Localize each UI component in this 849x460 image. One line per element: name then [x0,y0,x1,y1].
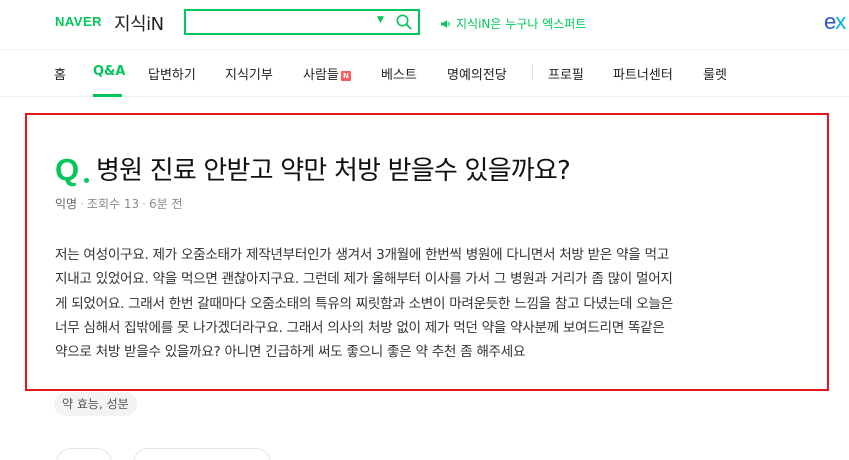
expert-logo-e: e [824,9,836,34]
meta-separator: · [142,197,146,211]
question-body: 저는 여성이구요. 제가 오줌소태가 제작년부터인가 생겨서 3개월에 한번씩 … [55,243,807,364]
nav-item-people-label: 사람들 [303,68,339,83]
question-body-line: 약으로 처방 받을수 있을까요? 아니면 긴급하게 써도 좋으니 좋은 약 추천… [55,344,526,361]
nav-item-donation[interactable]: 지식기부 [225,64,273,83]
search-icon[interactable] [395,13,413,31]
jisikin-logo[interactable]: 지식iN [114,10,164,36]
question-body-line: 저는 여성이구요. 제가 오줌소태가 제작년부터인가 생겨서 3개월에 한번씩 … [55,247,669,263]
new-badge: N [340,71,351,81]
expert-logo-x: x [835,9,846,34]
nav-item-hall-of-fame[interactable]: 명예의전당 [447,64,507,83]
action-button[interactable] [56,448,112,460]
search-bar: ▼ [184,9,420,35]
question-body-line: 너무 심해서 집밖에를 못 나가겠더라구요. 그래서 의사의 처방 없이 제가 … [55,319,665,336]
caret-down-icon[interactable]: ▼ [377,15,384,25]
nav-item-best[interactable]: 베스트 [381,64,417,83]
expert-notice-link[interactable]: 지식iN은 누구나 엑스퍼트 [440,15,586,32]
action-button[interactable] [133,448,271,460]
nav-item-home[interactable]: 홈 [54,64,66,83]
expert-logo[interactable]: ex [824,9,846,35]
question-meta: 익명 · 조회수 13 · 6분 전 [55,195,183,212]
view-count: 조회수 13 [86,197,140,211]
nav-item-qa[interactable]: Q&A [93,64,125,79]
question-mark-dot [84,178,89,183]
nav-item-answer[interactable]: 답변하기 [148,64,196,83]
question-title: 병원 진료 안받고 약만 처방 받을수 있을까요? [96,156,571,186]
question-mark-label: Q [55,152,80,187]
speaker-icon [440,18,452,30]
nav-divider [532,64,533,80]
question-body-line: 지내고 있었어요. 약을 먹으면 괜찮아지구요. 그런데 제가 올해부터 이사를… [55,271,673,288]
search-input[interactable] [190,13,370,31]
nav-item-profile[interactable]: 프로필 [548,64,584,83]
main-nav: 홈 Q&A 답변하기 지식기부 사람들 N 베스트 명예의전당 프로필 파트너센터… [0,49,849,97]
notice-text: 지식iN은 누구나 엑스퍼트 [456,17,587,31]
question-tag[interactable]: 약 효능, 성분 [54,392,137,416]
nav-item-people[interactable]: 사람들 N [303,64,351,83]
meta-separator: · [80,197,84,211]
question-body-line: 게 되었어요. 그래서 한번 갈때마다 오줌소태의 특유의 찌릿함과 소변이 마… [55,295,673,312]
question-author[interactable]: 익명 [55,197,77,211]
nav-item-roulette[interactable]: 룰렛 [703,64,727,83]
active-tab-indicator [93,94,122,97]
post-time: 6분 전 [148,197,183,211]
nav-item-partner-center[interactable]: 파트너센터 [613,64,673,83]
top-header: NAVER 지식iN ▼ 지식iN은 누구나 엑스퍼트 ex [0,0,849,46]
naver-logo[interactable]: NAVER [55,14,102,29]
